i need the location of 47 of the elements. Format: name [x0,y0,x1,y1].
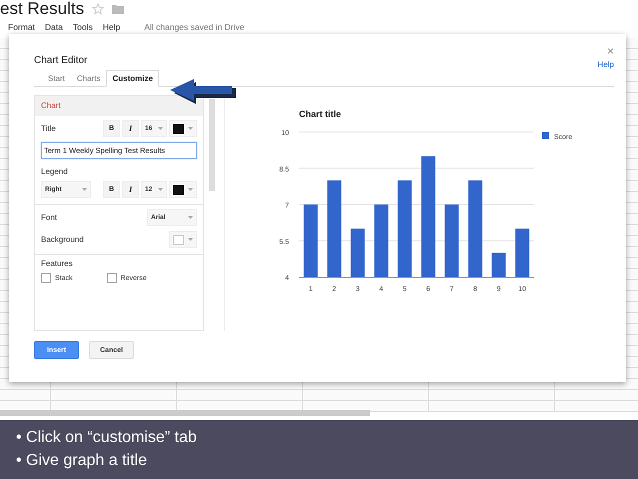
color-swatch-icon [173,184,184,194]
caret-icon [188,238,193,241]
menu-item[interactable]: Tools [72,22,93,32]
menu-item[interactable]: Format [8,22,35,32]
dialog-title: Chart Editor [34,55,88,66]
tab[interactable]: Customize [106,70,159,87]
color-dropdown[interactable] [169,120,197,137]
color-swatch-icon [173,234,184,244]
tab[interactable]: Start [42,70,71,87]
legend-swatch-icon [542,132,549,139]
italic-button[interactable]: I [122,120,139,137]
section-heading: Chart [35,96,203,116]
field-label: Title [41,124,56,133]
color-swatch-icon [173,124,184,134]
field-label: Features [41,259,74,268]
caret-icon [188,127,193,130]
caret-icon [158,127,163,130]
caret-icon [158,188,163,191]
caret-icon [188,216,193,219]
tab[interactable]: Charts [70,70,106,87]
field-label: Background [41,235,84,244]
document-title: est Results [0,0,84,18]
color-dropdown[interactable] [169,181,197,198]
save-status: All changes saved in Drive [144,22,244,32]
caption-text: • Click on “customise” tab [16,428,198,448]
checkbox[interactable] [41,273,51,283]
menu-item[interactable]: Data [44,22,63,32]
caret-icon [188,188,193,191]
close-button[interactable]: × [606,45,614,57]
field-label: Legend [41,167,69,176]
caret-icon [82,188,87,191]
menu-item[interactable]: Help [102,22,120,32]
bar [515,228,530,277]
caption-text: • Give graph a title [16,451,148,471]
arrow-drawing [170,79,236,104]
scrollbar[interactable] [0,410,370,416]
scrollbar[interactable] [209,99,215,191]
color-dropdown[interactable] [169,231,197,248]
bar [350,228,365,277]
star-icon [92,3,104,15]
field-label: Font [41,213,58,222]
checkbox[interactable] [106,273,117,283]
chart-title: Chart title [299,109,342,119]
italic-button[interactable]: I [122,181,139,198]
bar [492,252,506,277]
folder-icon [112,4,124,14]
help-link[interactable]: Help [598,60,614,69]
